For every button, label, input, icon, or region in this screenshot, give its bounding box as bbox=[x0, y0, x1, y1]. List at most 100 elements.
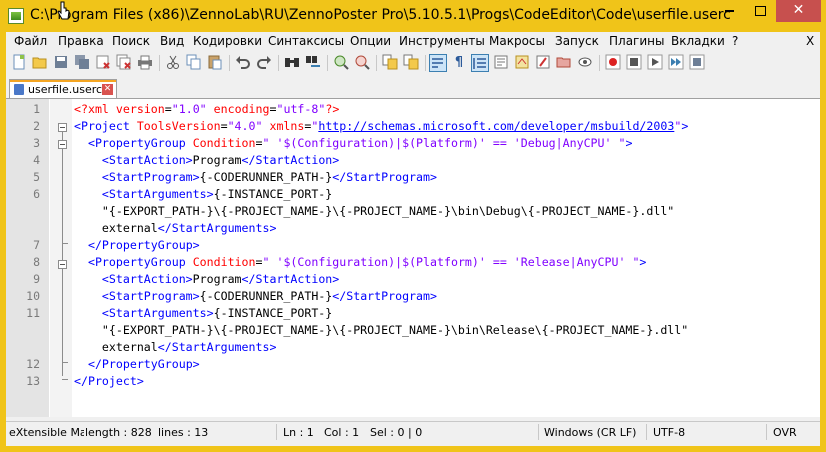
status-mode: OVR bbox=[773, 426, 797, 439]
code-line[interactable]: </PropertyGroup> bbox=[74, 237, 200, 254]
menu-file[interactable]: Файл bbox=[14, 34, 47, 48]
stop-macro-icon[interactable] bbox=[625, 54, 643, 72]
code-line[interactable]: <StartAction>Program</StartAction> bbox=[74, 152, 339, 169]
code-line[interactable]: <StartProgram>{-CODERUNNER_PATH-}</Start… bbox=[74, 169, 437, 186]
menu-macro[interactable]: Макросы bbox=[489, 34, 545, 48]
line-number: 11 bbox=[26, 306, 40, 320]
menu-tools[interactable]: Инструменты bbox=[399, 34, 485, 48]
code-line[interactable]: <StartArguments>{-INSTANCE_PORT-} bbox=[74, 186, 332, 203]
toolbar-separator bbox=[599, 55, 600, 71]
app-icon[interactable] bbox=[8, 8, 24, 24]
close-button[interactable]: ✕ bbox=[776, 0, 821, 22]
toolbar-separator bbox=[159, 55, 160, 71]
code-line[interactable]: "{-EXPORT_PATH-}\{-PROJECT_NAME-}\{-PROJ… bbox=[74, 322, 688, 339]
folder-workspace-icon[interactable] bbox=[555, 54, 573, 72]
show-all-chars-icon[interactable]: ¶ bbox=[450, 54, 468, 72]
menu-view[interactable]: Вид bbox=[160, 34, 184, 48]
maximize-icon bbox=[754, 6, 766, 16]
save-icon[interactable] bbox=[52, 54, 70, 72]
zoom-out-icon[interactable] bbox=[353, 54, 371, 72]
line-number: 7 bbox=[33, 238, 40, 252]
close-icon[interactable] bbox=[94, 54, 112, 72]
menu-plugins[interactable]: Плагины bbox=[609, 34, 664, 48]
monitor-icon[interactable] bbox=[576, 54, 594, 72]
doc-map-icon[interactable] bbox=[513, 54, 531, 72]
open-file-icon[interactable] bbox=[31, 54, 49, 72]
redo-icon[interactable] bbox=[255, 54, 273, 72]
sync-h-icon[interactable] bbox=[402, 54, 420, 72]
copy-icon[interactable] bbox=[185, 54, 203, 72]
status-sel: Sel : 0 | 0 bbox=[370, 426, 423, 439]
code-line[interactable]: <StartProgram>{-CODERUNNER_PATH-}</Start… bbox=[74, 288, 437, 305]
line-number: 1 bbox=[33, 102, 40, 116]
run-macro-multiple-icon[interactable] bbox=[667, 54, 685, 72]
close-document-button[interactable]: X bbox=[806, 34, 814, 48]
line-number: 2 bbox=[33, 119, 40, 133]
line-number: 4 bbox=[33, 153, 40, 167]
code-line[interactable]: <StartAction>Program</StartAction> bbox=[74, 271, 339, 288]
close-all-icon[interactable] bbox=[115, 54, 133, 72]
maximize-button[interactable] bbox=[745, 0, 775, 22]
udl-icon[interactable] bbox=[492, 54, 510, 72]
app-client: Файл Правка Поиск Вид Кодировки Синтакси… bbox=[6, 32, 820, 446]
cut-icon[interactable] bbox=[164, 54, 182, 72]
indent-guide-icon[interactable] bbox=[471, 54, 489, 72]
fold-guide bbox=[62, 132, 63, 376]
record-macro-icon[interactable] bbox=[604, 54, 622, 72]
menu-language[interactable]: Синтаксисы bbox=[268, 34, 344, 48]
code-line[interactable]: external</StartArguments> bbox=[74, 220, 277, 237]
menu-tabs[interactable]: Вкладки bbox=[671, 34, 725, 48]
status-divider bbox=[538, 424, 539, 440]
menu-encoding[interactable]: Кодировки bbox=[193, 34, 262, 48]
code-line[interactable]: </Project> bbox=[74, 373, 144, 390]
minimize-button[interactable] bbox=[714, 0, 744, 22]
function-list-icon[interactable] bbox=[534, 54, 552, 72]
window-title: C:\Program Files (x86)\ZennoLab\RU\Zenno… bbox=[30, 7, 730, 23]
code-line[interactable]: "{-EXPORT_PATH-}\{-PROJECT_NAME-}\{-PROJ… bbox=[74, 203, 674, 220]
line-number: 10 bbox=[26, 289, 40, 303]
code-line[interactable]: <Project ToolsVersion="4.0" xmlns="http:… bbox=[74, 118, 688, 135]
toolbar-separator bbox=[425, 55, 426, 71]
code-line[interactable]: <?xml version="1.0" encoding="utf-8"?> bbox=[74, 101, 339, 118]
save-all-icon[interactable] bbox=[73, 54, 91, 72]
menu-search[interactable]: Поиск bbox=[112, 34, 150, 48]
title-bar[interactable]: C:\Program Files (x86)\ZennoLab\RU\Zenno… bbox=[0, 0, 826, 32]
status-lines: lines : 13 bbox=[158, 426, 209, 439]
tab-userfile[interactable]: userfile.usercg ✕ bbox=[9, 79, 117, 98]
status-eol: Windows (CR LF) bbox=[544, 426, 637, 439]
status-divider bbox=[276, 424, 277, 440]
menu-settings[interactable]: Опции bbox=[350, 34, 391, 48]
menu-help[interactable]: ? bbox=[732, 34, 738, 48]
print-icon[interactable] bbox=[136, 54, 154, 72]
fold-toggle-icon[interactable] bbox=[58, 140, 67, 149]
code-line[interactable]: <StartArguments>{-INSTANCE_PORT-} bbox=[74, 305, 332, 322]
fold-toggle-icon[interactable] bbox=[58, 123, 67, 132]
toolbar: ¶ bbox=[6, 51, 820, 75]
code-editor[interactable]: 1 2 3 4 5 6 7 8 9 10 11 12 13 <?xml version="1.0" en… bbox=[6, 99, 820, 417]
save-macro-icon[interactable] bbox=[688, 54, 706, 72]
tab-strip: userfile.usercg ✕ bbox=[6, 76, 820, 99]
word-wrap-icon[interactable] bbox=[429, 54, 447, 72]
menu-edit[interactable]: Правка bbox=[58, 34, 104, 48]
menu-bar: Файл Правка Поиск Вид Кодировки Синтакси… bbox=[6, 32, 820, 50]
undo-icon[interactable] bbox=[234, 54, 252, 72]
tab-active-indicator bbox=[10, 80, 116, 82]
code-line[interactable]: external</StartArguments> bbox=[74, 339, 277, 356]
tab-close-icon[interactable]: ✕ bbox=[102, 84, 113, 95]
play-macro-icon[interactable] bbox=[646, 54, 664, 72]
sync-v-icon[interactable] bbox=[381, 54, 399, 72]
line-number: 12 bbox=[26, 357, 40, 371]
code-line[interactable]: </PropertyGroup> bbox=[74, 356, 200, 373]
zoom-in-icon[interactable] bbox=[332, 54, 350, 72]
code-line[interactable]: <PropertyGroup Condition=" '$(Configurat… bbox=[74, 254, 646, 271]
replace-icon[interactable] bbox=[304, 54, 322, 72]
fold-toggle-icon[interactable] bbox=[58, 260, 67, 269]
status-length: length : 828 bbox=[85, 426, 152, 439]
find-icon[interactable] bbox=[283, 54, 301, 72]
new-file-icon[interactable] bbox=[10, 54, 28, 72]
file-icon bbox=[14, 84, 24, 95]
status-col: Col : 1 bbox=[324, 426, 360, 439]
paste-icon[interactable] bbox=[206, 54, 224, 72]
menu-run[interactable]: Запуск bbox=[555, 34, 599, 48]
code-line[interactable]: <PropertyGroup Condition=" '$(Configurat… bbox=[74, 135, 632, 152]
